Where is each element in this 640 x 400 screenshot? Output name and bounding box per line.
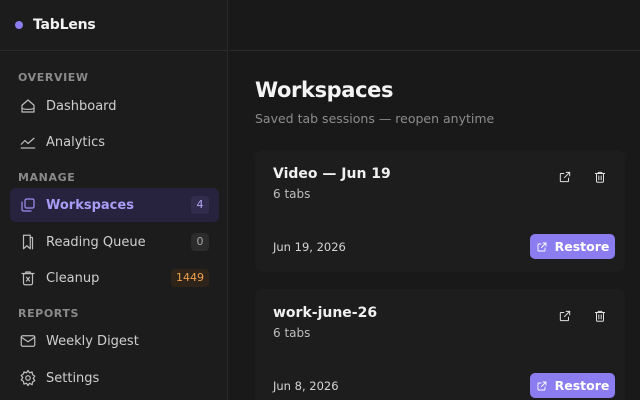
restore-label: Restore [554, 378, 610, 393]
brand-dot-icon [15, 21, 23, 29]
restore-label: Restore [554, 239, 610, 254]
open-external-button[interactable] [554, 166, 576, 188]
workspace-name: work-june-26 [273, 305, 378, 321]
bookmark-icon [18, 232, 38, 252]
workspace-card: work-june-26 6 tabs Jun 8, 2026 Restore [255, 289, 625, 400]
delete-button[interactable] [589, 166, 611, 188]
main-content: Workspaces Saved tab sessions — reopen a… [229, 0, 640, 400]
external-link-icon [559, 171, 571, 183]
app-name: TabLens [33, 17, 96, 33]
workspace-tab-count: 6 tabs [273, 187, 311, 201]
trash-icon [594, 171, 606, 183]
sidebar-item-label: Workspaces [46, 197, 134, 213]
copy-stack-icon [18, 195, 38, 215]
external-link-icon [559, 310, 571, 322]
external-link-icon [537, 242, 547, 251]
count-badge: 0 [191, 233, 209, 251]
sidebar-item-label: Settings [46, 370, 100, 386]
workspace-name: Video — Jun 19 [273, 166, 391, 182]
top-bar [229, 0, 640, 51]
section-label-manage: MANAGE [18, 171, 76, 184]
count-badge: 1449 [171, 269, 209, 287]
sidebar-item-reading-queue[interactable]: Reading Queue 0 [10, 225, 219, 259]
sidebar-item-cleanup[interactable]: Cleanup 1449 [10, 261, 219, 295]
sidebar-item-label: Reading Queue [46, 234, 146, 250]
mail-icon [18, 331, 38, 351]
workspace-date: Jun 8, 2026 [273, 379, 339, 393]
sidebar-item-label: Dashboard [46, 98, 117, 114]
sidebar-item-label: Weekly Digest [46, 333, 139, 349]
workspace-tab-count: 6 tabs [273, 326, 311, 340]
workspace-date: Jun 19, 2026 [273, 240, 346, 254]
sidebar-item-dashboard[interactable]: Dashboard [10, 89, 219, 123]
chart-line-icon [18, 132, 38, 152]
sidebar: TabLens OVERVIEW Dashboard Analytics MAN… [0, 0, 228, 400]
sidebar-item-settings[interactable]: Settings [10, 361, 219, 395]
count-badge: 4 [191, 196, 209, 214]
page-subtitle: Saved tab sessions — reopen anytime [255, 111, 495, 126]
section-label-reports: REPORTS [18, 307, 79, 320]
sidebar-item-label: Analytics [46, 134, 106, 150]
home-icon [18, 96, 38, 116]
workspace-card: Video — Jun 19 6 tabs Jun 19, 2026 Resto… [255, 150, 625, 272]
restore-button[interactable]: Restore [530, 373, 615, 398]
page-title: Workspaces [255, 78, 394, 102]
open-external-button[interactable] [554, 305, 576, 327]
brand[interactable]: TabLens [0, 0, 227, 51]
restore-button[interactable]: Restore [530, 234, 615, 259]
sidebar-item-analytics[interactable]: Analytics [10, 125, 219, 159]
external-link-icon [537, 381, 547, 390]
trash-icon [18, 268, 38, 288]
sidebar-item-weekly-digest[interactable]: Weekly Digest [10, 324, 219, 358]
sidebar-item-workspaces[interactable]: Workspaces 4 [10, 188, 219, 222]
section-label-overview: OVERVIEW [18, 71, 89, 84]
gear-icon [18, 368, 38, 388]
delete-button[interactable] [589, 305, 611, 327]
sidebar-item-label: Cleanup [46, 270, 100, 286]
trash-icon [594, 310, 606, 322]
